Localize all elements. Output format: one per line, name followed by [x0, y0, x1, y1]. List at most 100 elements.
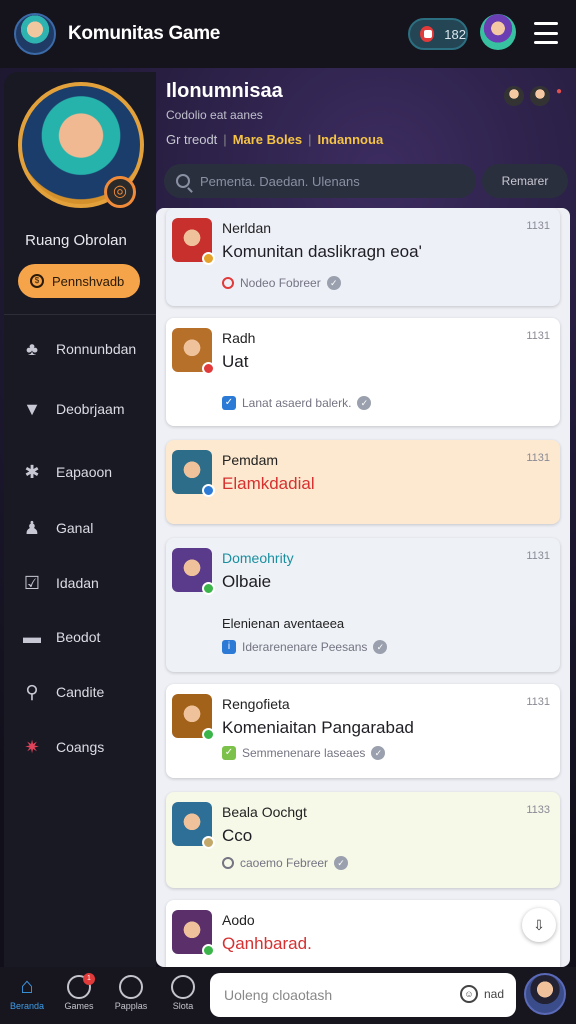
- filter-tab-0[interactable]: Gr treodt: [166, 132, 217, 147]
- list-item[interactable]: Domeohrity Olbaie 1131 Elenienan aventae…: [166, 538, 560, 672]
- coin-icon: $: [30, 274, 44, 288]
- message-meta: caoemo Febreer ✓: [222, 856, 349, 870]
- users-icon: ♣: [26, 339, 38, 359]
- sender-avatar: [172, 328, 215, 375]
- page-subtitle: Codolio eat aanes: [166, 108, 263, 122]
- list-item[interactable]: Rengofieta Komeniaitan Pangarabad 1131 ✓…: [166, 684, 560, 778]
- list-item[interactable]: Radh Uat 1131 ✓ Lanat asaerd balerk. ✓: [166, 318, 560, 426]
- globe-icon: [119, 975, 143, 999]
- bottom-bar: ⌂ Beranda 1 Games Papplas Slota Uoleng clo…: [0, 967, 576, 1024]
- sidebar-item-label: Idadan: [56, 575, 99, 591]
- user-avatar[interactable]: [14, 13, 56, 55]
- send-label: nad: [483, 987, 504, 1001]
- sidebar-item-4[interactable]: ☑ Idadan: [20, 568, 99, 598]
- nav-home[interactable]: ⌂ Beranda: [4, 973, 50, 1012]
- message-text: Cco: [222, 826, 253, 845]
- message-time: 1133: [526, 804, 550, 816]
- search-placeholder: Pementa. Daedan. Ulenans: [200, 173, 360, 189]
- nav-label: Beranda: [9, 1001, 45, 1011]
- sender-name: Rengofieta: [222, 696, 290, 712]
- level-badge-icon: ◎: [104, 176, 136, 208]
- sidebar-item-1[interactable]: ▼ Deobrjaam: [20, 394, 124, 424]
- divider: [4, 314, 156, 315]
- nav-badge: 1: [83, 973, 95, 985]
- nav-players[interactable]: Papplas: [108, 975, 154, 1011]
- sidebar-item-label: Beodot: [56, 629, 101, 645]
- message-feed[interactable]: Nerldan Komunitan daslikragn eoa' 1131 N…: [156, 208, 570, 967]
- profile-action-button[interactable]: $ Pennshvadb: [18, 264, 140, 298]
- message-text: Uat: [222, 352, 249, 371]
- search-input[interactable]: Pementa. Daedan. Ulenans: [164, 164, 476, 198]
- list-item[interactable]: Aodo Qanhbarad.: [166, 900, 560, 967]
- sidebar-item-6[interactable]: ⚲ Candite: [20, 677, 104, 707]
- sender-name: Aodo: [222, 912, 255, 928]
- sidebar-item-7[interactable]: ✷ Coangs: [20, 732, 104, 762]
- sender-avatar: [172, 910, 215, 957]
- refresh-button[interactable]: Remarer: [482, 164, 568, 198]
- inbox-icon: ☑: [23, 573, 41, 593]
- controller-icon: 1: [67, 973, 95, 999]
- search-icon: [176, 174, 190, 188]
- profile-icon: ♟: [23, 518, 41, 538]
- checkbox-icon[interactable]: ✓: [222, 396, 236, 410]
- member-avatar: [504, 86, 524, 106]
- page-title: Ilonumnisaa: [166, 80, 283, 102]
- my-avatar[interactable]: [524, 973, 566, 1015]
- message-meta: Nodeo Fobreer ✓: [222, 276, 341, 290]
- sender-name: Nerldan: [222, 220, 272, 236]
- app-title: Komunitas Game: [68, 23, 221, 44]
- sidebar-item-label: Ronnunbdan: [56, 341, 137, 357]
- message-text: Komunitan daslikragn eoa': [222, 242, 422, 261]
- message-text: Olbaie: [222, 572, 272, 591]
- sidebar-item-0[interactable]: ♣ Ronnunbdan: [20, 334, 136, 364]
- sender-avatar: [172, 450, 215, 497]
- divider: |: [223, 132, 227, 147]
- list-item[interactable]: Beala Oochgt Cco 1133 caoemo Febreer ✓: [166, 792, 560, 888]
- alert-icon: [222, 277, 234, 289]
- hamburger-menu-icon[interactable]: [534, 22, 558, 44]
- nav-stats[interactable]: Slota: [160, 975, 206, 1011]
- filter-tab-1[interactable]: Mare Boles: [233, 132, 302, 147]
- sidebar-item-3[interactable]: ♟ Ganal: [20, 513, 93, 543]
- sender-avatar: [172, 694, 215, 741]
- divider: |: [308, 132, 312, 147]
- filter-tabs: Gr treodt | Mare Boles | Indannoua: [166, 132, 383, 147]
- sender-name: Beala Oochgt: [222, 804, 307, 820]
- sidebar-item-label: Coangs: [56, 739, 105, 755]
- checkbox-icon[interactable]: ✓: [222, 746, 236, 760]
- sidebar-item-5[interactable]: ▬ Beodot: [20, 622, 100, 652]
- message-text: Qanhbarad.: [222, 934, 312, 953]
- nav-label: Slota: [172, 1001, 194, 1011]
- list-item[interactable]: Pemdam Elamkdadial 1131: [166, 440, 560, 524]
- nav-games[interactable]: 1 Games: [56, 973, 102, 1011]
- home-icon: ⌂: [20, 973, 34, 998]
- clock-icon: [222, 857, 234, 869]
- sidebar-item-label: Eapaoon: [56, 464, 113, 480]
- compose-button[interactable]: ⇩: [522, 908, 556, 942]
- sidebar-item-2[interactable]: ✱ Eapaoon: [20, 457, 112, 487]
- message-meta: ✓ Semmenenare laseaes ✓: [222, 746, 386, 760]
- chat-placeholder: Uoleng cloaotash: [224, 987, 333, 1003]
- nav-label: Games: [64, 1001, 94, 1011]
- online-members[interactable]: ●: [504, 86, 562, 106]
- sidebar: ◎ Ruang Obrolan $ Pennshvadb ♣ Ronnunbdan…: [4, 72, 156, 967]
- profile-name: Ruang Obrolan: [25, 232, 127, 249]
- emoji-icon: ☺: [459, 985, 478, 1003]
- list-item[interactable]: Nerldan Komunitan daslikragn eoa' 1131 N…: [166, 208, 560, 306]
- filter-tab-2[interactable]: Indannoua: [317, 132, 383, 147]
- sidebar-item-label: Deobrjaam: [56, 401, 125, 417]
- sidebar-item-label: Candite: [56, 684, 105, 700]
- notification-button[interactable]: 182: [408, 18, 468, 50]
- nav-label: Papplas: [114, 1001, 148, 1011]
- message-time: 1131: [526, 550, 550, 562]
- send-button[interactable]: ☺ nad: [459, 985, 504, 1003]
- message-time: 1131: [526, 220, 550, 232]
- sidebar-item-label: Ganal: [56, 520, 94, 536]
- message-text: Komeniaitan Pangarabad: [222, 718, 414, 737]
- chat-input[interactable]: Uoleng cloaotash ☺ nad: [210, 973, 516, 1017]
- profile-action-label: Pennshvadb: [52, 273, 125, 289]
- main-panel: Ilonumnisaa Codolio eat aanes ● Gr treod…: [156, 72, 576, 967]
- message-text: Elamkdadial: [222, 474, 315, 493]
- secondary-avatar[interactable]: [480, 14, 516, 50]
- notification-bell-icon: [420, 26, 435, 42]
